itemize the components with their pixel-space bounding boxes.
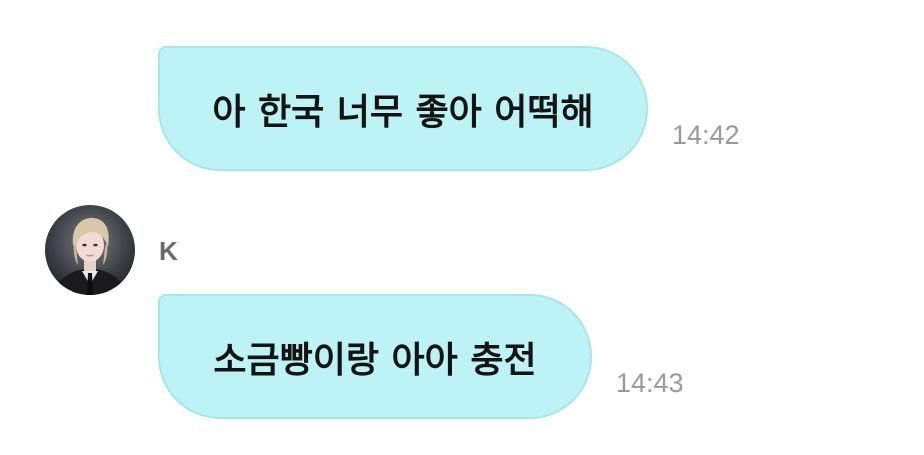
profile-photo-icon [45, 205, 135, 295]
avatar[interactable] [45, 205, 135, 295]
message-bubble-incoming[interactable]: 소금빵이랑 아아 충전 [158, 294, 592, 419]
message-text: 아 한국 너무 좋아 어떡해 [212, 91, 594, 133]
message-timestamp: 14:42 [672, 120, 740, 150]
message-bubble-outgoing[interactable]: 아 한국 너무 좋아 어떡해 [158, 46, 648, 171]
chat-screen: 아 한국 너무 좋아 어떡해 14:42 K 소금빵이랑 아아 충전 14:43 [0, 0, 924, 455]
message-text: 소금빵이랑 아아 충전 [213, 339, 537, 381]
sender-name: K [159, 236, 178, 266]
message-timestamp: 14:43 [616, 368, 684, 398]
